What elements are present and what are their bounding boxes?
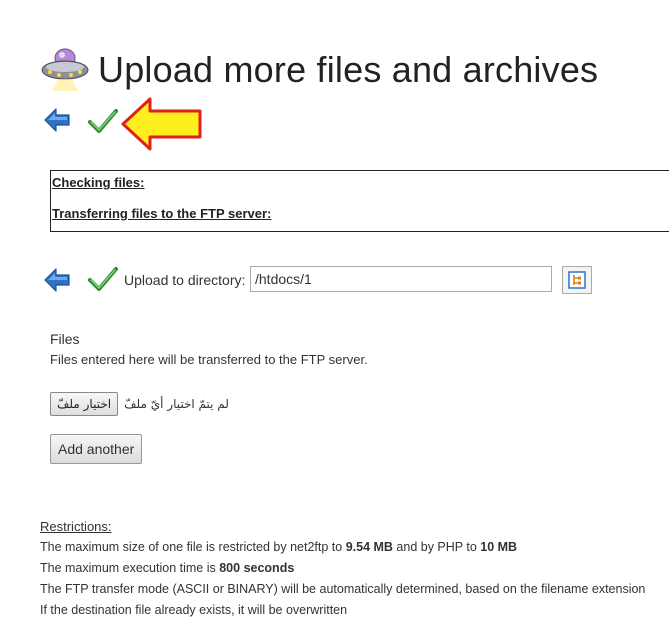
choose-file-button[interactable]: اختيار ملفّ <box>50 392 119 416</box>
checking-files-label: Checking files: <box>52 175 145 190</box>
page-title: Upload more files and archives <box>98 49 599 90</box>
file-input-row: اختيار ملفّ لم يتمّ اختيار أيّ ملفّ <box>50 392 229 416</box>
checkmark-icon[interactable] <box>88 107 118 137</box>
yellow-arrow-pointer-icon <box>121 97 202 151</box>
page-header: Upload more files and archives <box>40 44 598 94</box>
back-arrow-icon[interactable] <box>42 265 72 295</box>
directory-row: Upload to directory: <box>42 263 642 297</box>
files-heading: Files <box>50 331 80 347</box>
max-execution-time-line: The maximum execution time is 800 second… <box>40 558 645 579</box>
transferring-files-label: Transferring files to the FTP server: <box>52 206 272 221</box>
no-file-chosen-text: لم يتمّ اختيار أيّ ملفّ <box>124 397 229 411</box>
ufo-icon <box>41 48 89 91</box>
net2ftp-limit-value: 9.54 MB <box>345 540 393 554</box>
php-limit-value: 10 MB <box>480 540 518 554</box>
overwrite-line: If the destination file already exists, … <box>40 603 348 617</box>
page: Upload more files and archives Checking … <box>0 0 669 626</box>
max-file-size-text: The maximum size of one file is restrict… <box>40 540 346 554</box>
directory-tree-icon <box>568 271 586 289</box>
add-another-button[interactable]: Add another <box>50 434 143 464</box>
checkmark-icon[interactable] <box>88 265 118 295</box>
files-description: Files entered here will be transferred t… <box>50 352 368 367</box>
max-execution-time-value: 800 seconds <box>219 561 295 575</box>
upload-directory-input[interactable] <box>250 266 552 292</box>
restrictions-title: Restrictions: <box>40 519 112 534</box>
back-arrow-icon[interactable] <box>42 105 72 135</box>
max-execution-time-text: The maximum execution time is <box>40 561 220 575</box>
restrictions-section: Restrictions: The maximum size of one fi… <box>40 516 645 621</box>
upload-directory-label: Upload to directory: <box>124 272 246 288</box>
max-file-size-mid: and by PHP to <box>392 540 481 554</box>
directory-tree-button[interactable] <box>562 266 592 294</box>
status-box: Checking files: Transferring files to th… <box>50 170 669 232</box>
max-file-size-line: The maximum size of one file is restrict… <box>40 537 645 558</box>
transfer-mode-line: The FTP transfer mode (ASCII or BINARY) … <box>40 582 646 596</box>
